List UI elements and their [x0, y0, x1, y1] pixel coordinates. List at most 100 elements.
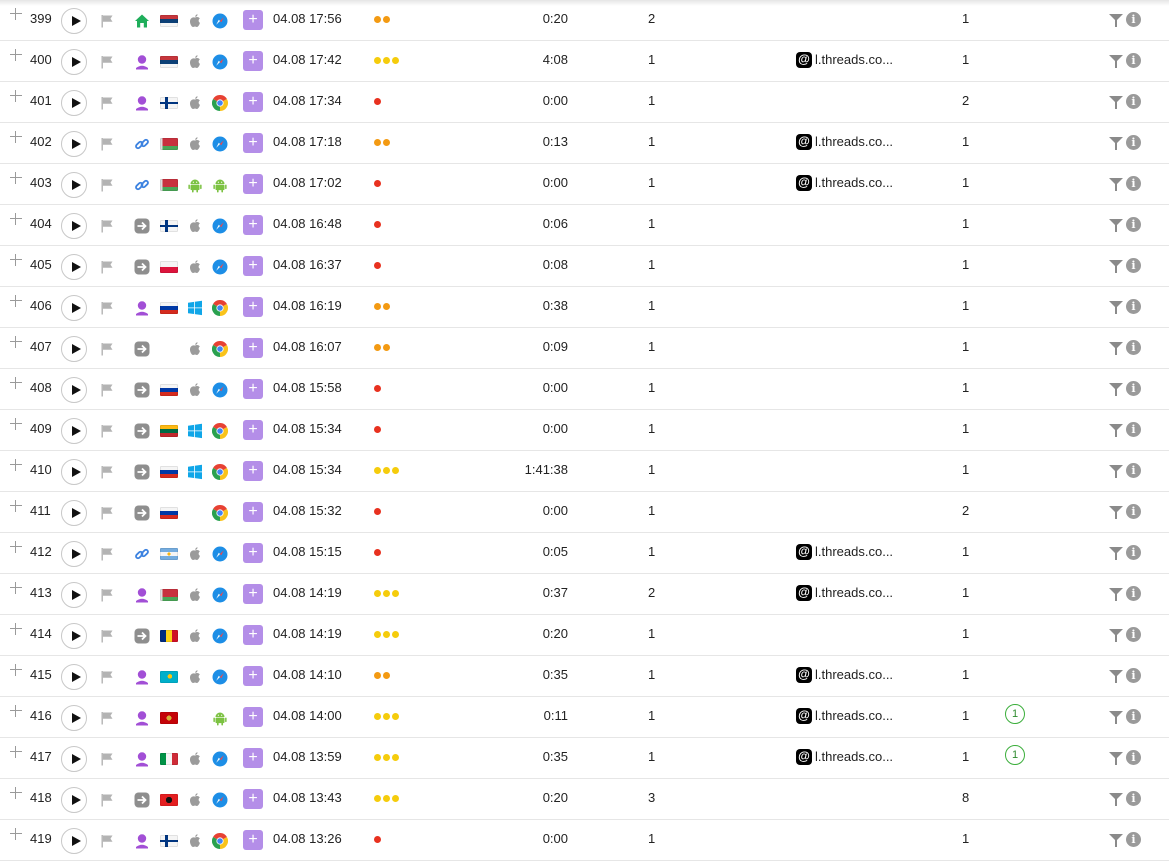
info-icon[interactable]: i [1126, 340, 1141, 355]
info-icon[interactable]: i [1126, 53, 1141, 68]
flag-icon[interactable] [100, 219, 114, 233]
expand-icon[interactable] [9, 786, 23, 800]
play-recording-button[interactable] [61, 254, 87, 280]
flag-icon[interactable] [100, 588, 114, 602]
add-button[interactable]: + [243, 625, 263, 645]
play-recording-button[interactable] [61, 295, 87, 321]
referrer-link[interactable]: l.threads.co... [796, 134, 926, 152]
expand-icon[interactable] [9, 48, 23, 62]
info-icon[interactable]: i [1126, 627, 1141, 642]
flag-icon[interactable] [100, 629, 114, 643]
expand-icon[interactable] [9, 171, 23, 185]
add-button[interactable]: + [243, 543, 263, 563]
referrer-link[interactable]: l.threads.co... [796, 667, 926, 685]
flag-icon[interactable] [100, 424, 114, 438]
expand-icon[interactable] [9, 458, 23, 472]
play-recording-button[interactable] [61, 8, 87, 34]
info-icon[interactable]: i [1126, 709, 1141, 724]
add-button[interactable]: + [243, 666, 263, 686]
play-recording-button[interactable] [61, 90, 87, 116]
info-icon[interactable]: i [1126, 463, 1141, 478]
filter-icon[interactable] [1109, 260, 1123, 273]
expand-icon[interactable] [9, 130, 23, 144]
play-recording-button[interactable] [61, 377, 87, 403]
expand-icon[interactable] [9, 417, 23, 431]
info-icon[interactable]: i [1126, 135, 1141, 150]
play-recording-button[interactable] [61, 828, 87, 854]
info-icon[interactable]: i [1126, 504, 1141, 519]
expand-icon[interactable] [9, 335, 23, 349]
referrer-link[interactable]: l.threads.co... [796, 708, 926, 726]
flag-icon[interactable] [100, 55, 114, 69]
filter-icon[interactable] [1109, 834, 1123, 847]
expand-icon[interactable] [9, 294, 23, 308]
flag-icon[interactable] [100, 670, 114, 684]
play-recording-button[interactable] [61, 705, 87, 731]
info-icon[interactable]: i [1126, 791, 1141, 806]
expand-icon[interactable] [9, 581, 23, 595]
flag-icon[interactable] [100, 383, 114, 397]
add-button[interactable]: + [243, 256, 263, 276]
filter-icon[interactable] [1109, 670, 1123, 683]
expand-icon[interactable] [9, 253, 23, 267]
filter-icon[interactable] [1109, 14, 1123, 27]
filter-icon[interactable] [1109, 465, 1123, 478]
add-button[interactable]: + [243, 174, 263, 194]
info-icon[interactable]: i [1126, 545, 1141, 560]
add-button[interactable]: + [243, 92, 263, 112]
filter-icon[interactable] [1109, 629, 1123, 642]
filter-icon[interactable] [1109, 178, 1123, 191]
flag-icon[interactable] [100, 137, 114, 151]
add-button[interactable]: + [243, 297, 263, 317]
flag-icon[interactable] [100, 178, 114, 192]
expand-icon[interactable] [9, 622, 23, 636]
add-button[interactable]: + [243, 707, 263, 727]
flag-icon[interactable] [100, 260, 114, 274]
filter-icon[interactable] [1109, 342, 1123, 355]
play-recording-button[interactable] [61, 213, 87, 239]
play-recording-button[interactable] [61, 459, 87, 485]
expand-icon[interactable] [9, 540, 23, 554]
filter-icon[interactable] [1109, 752, 1123, 765]
info-icon[interactable]: i [1126, 176, 1141, 191]
info-icon[interactable]: i [1126, 217, 1141, 232]
filter-icon[interactable] [1109, 506, 1123, 519]
expand-icon[interactable] [9, 89, 23, 103]
flag-icon[interactable] [100, 711, 114, 725]
expand-icon[interactable] [9, 212, 23, 226]
flag-icon[interactable] [100, 96, 114, 110]
add-button[interactable]: + [243, 461, 263, 481]
info-icon[interactable]: i [1126, 832, 1141, 847]
expand-icon[interactable] [9, 376, 23, 390]
play-recording-button[interactable] [61, 336, 87, 362]
play-recording-button[interactable] [61, 131, 87, 157]
info-icon[interactable]: i [1126, 299, 1141, 314]
info-icon[interactable]: i [1126, 258, 1141, 273]
filter-icon[interactable] [1109, 588, 1123, 601]
add-button[interactable]: + [243, 379, 263, 399]
expand-icon[interactable] [9, 7, 23, 21]
referrer-link[interactable]: l.threads.co... [796, 544, 926, 562]
play-recording-button[interactable] [61, 172, 87, 198]
goal-badge[interactable]: 1 [1005, 745, 1025, 765]
flag-icon[interactable] [100, 301, 114, 315]
info-icon[interactable]: i [1126, 750, 1141, 765]
expand-icon[interactable] [9, 499, 23, 513]
expand-icon[interactable] [9, 745, 23, 759]
play-recording-button[interactable] [61, 49, 87, 75]
filter-icon[interactable] [1109, 383, 1123, 396]
filter-icon[interactable] [1109, 137, 1123, 150]
info-icon[interactable]: i [1126, 668, 1141, 683]
filter-icon[interactable] [1109, 301, 1123, 314]
referrer-link[interactable]: l.threads.co... [796, 52, 926, 70]
add-button[interactable]: + [243, 338, 263, 358]
info-icon[interactable]: i [1126, 422, 1141, 437]
play-recording-button[interactable] [61, 664, 87, 690]
add-button[interactable]: + [243, 133, 263, 153]
play-recording-button[interactable] [61, 787, 87, 813]
flag-icon[interactable] [100, 752, 114, 766]
filter-icon[interactable] [1109, 793, 1123, 806]
play-recording-button[interactable] [61, 541, 87, 567]
add-button[interactable]: + [243, 584, 263, 604]
flag-icon[interactable] [100, 547, 114, 561]
